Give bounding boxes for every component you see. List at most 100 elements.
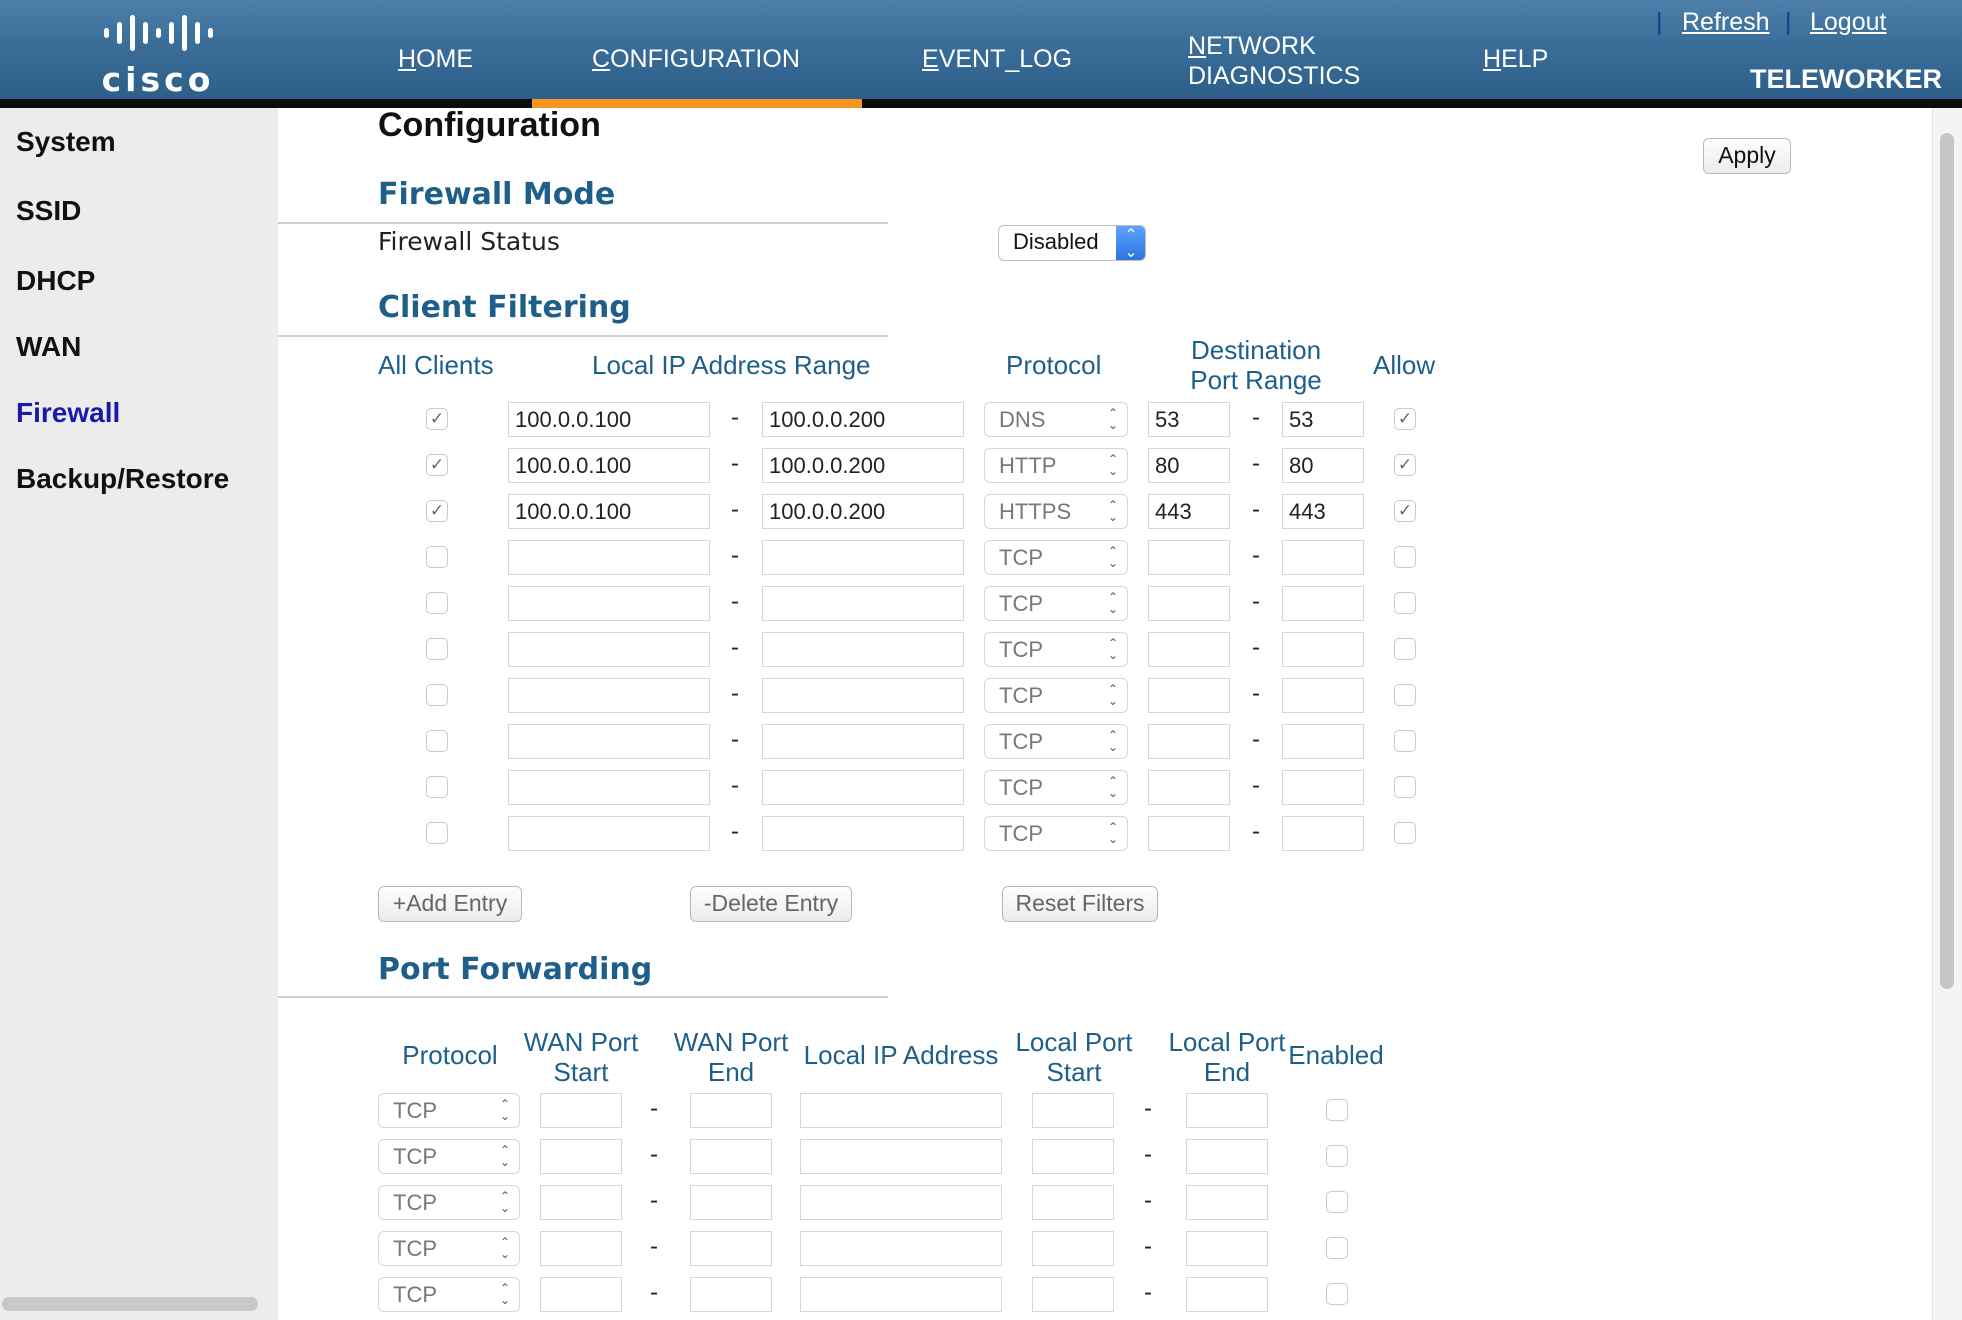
protocol-select[interactable]: TCP ⌃ ⌄	[984, 586, 1128, 621]
dest-port-end-input[interactable]	[1282, 632, 1364, 667]
row-checkbox[interactable]	[426, 730, 448, 752]
ip-start-input[interactable]	[508, 632, 710, 667]
enabled-checkbox[interactable]	[1326, 1099, 1348, 1121]
protocol-select[interactable]: TCP ⌃ ⌄	[984, 770, 1128, 805]
allow-checkbox[interactable]	[1394, 684, 1416, 706]
local-ip-input[interactable]	[800, 1139, 1002, 1174]
wan-port-end-input[interactable]	[690, 1185, 772, 1220]
nav-event-log[interactable]: EVENT_LOG	[922, 44, 1072, 74]
ip-end-input[interactable]	[762, 678, 964, 713]
pf-protocol-select[interactable]: TCP ⌃ ⌄	[378, 1093, 520, 1128]
allow-checkbox[interactable]	[1394, 776, 1416, 798]
row-checkbox[interactable]: ✓	[426, 500, 448, 522]
row-checkbox[interactable]	[426, 776, 448, 798]
protocol-select[interactable]: TCP ⌃ ⌄	[984, 724, 1128, 759]
dest-port-end-input[interactable]: 443	[1282, 494, 1364, 529]
pf-protocol-select[interactable]: TCP ⌃ ⌄	[378, 1231, 520, 1266]
delete-entry-button[interactable]: -Delete Entry	[690, 886, 852, 922]
ip-start-input[interactable]	[508, 540, 710, 575]
sidebar-item-wan[interactable]: WAN	[16, 331, 81, 363]
local-port-end-input[interactable]	[1186, 1231, 1268, 1266]
wan-port-start-input[interactable]	[540, 1277, 622, 1312]
dest-port-end-input[interactable]	[1282, 770, 1364, 805]
pf-protocol-select[interactable]: TCP ⌃ ⌄	[378, 1277, 520, 1312]
wan-port-end-input[interactable]	[690, 1277, 772, 1312]
local-ip-input[interactable]	[800, 1277, 1002, 1312]
local-port-start-input[interactable]	[1032, 1277, 1114, 1312]
row-checkbox[interactable]	[426, 822, 448, 844]
dest-port-start-input[interactable]: 53	[1148, 402, 1230, 437]
local-port-end-input[interactable]	[1186, 1093, 1268, 1128]
protocol-select[interactable]: TCP ⌃ ⌄	[984, 632, 1128, 667]
dest-port-start-input[interactable]: 443	[1148, 494, 1230, 529]
reset-filters-button[interactable]: Reset Filters	[1002, 886, 1158, 922]
dest-port-end-input[interactable]	[1282, 816, 1364, 851]
ip-end-input[interactable]: 100.0.0.200	[762, 494, 964, 529]
wan-port-end-input[interactable]	[690, 1231, 772, 1266]
local-port-end-input[interactable]	[1186, 1185, 1268, 1220]
sidebar-item-system[interactable]: System	[16, 126, 116, 158]
refresh-link[interactable]: Refresh	[1682, 8, 1770, 37]
local-port-end-input[interactable]	[1186, 1139, 1268, 1174]
dest-port-end-input[interactable]	[1282, 724, 1364, 759]
local-ip-input[interactable]	[800, 1093, 1002, 1128]
dest-port-start-input[interactable]	[1148, 770, 1230, 805]
wan-port-end-input[interactable]	[690, 1139, 772, 1174]
dest-port-start-input[interactable]	[1148, 724, 1230, 759]
dest-port-start-input[interactable]	[1148, 586, 1230, 621]
ip-start-input[interactable]	[508, 724, 710, 759]
row-checkbox[interactable]: ✓	[426, 408, 448, 430]
allow-checkbox[interactable]	[1394, 592, 1416, 614]
dest-port-start-input[interactable]	[1148, 816, 1230, 851]
ip-start-input[interactable]	[508, 586, 710, 621]
horizontal-scrollbar[interactable]	[2, 1297, 258, 1311]
nav-help[interactable]: HELP	[1483, 44, 1548, 74]
row-checkbox[interactable]	[426, 592, 448, 614]
dest-port-start-input[interactable]	[1148, 540, 1230, 575]
apply-button[interactable]: Apply	[1703, 138, 1791, 174]
protocol-select[interactable]: TCP ⌃ ⌄	[984, 678, 1128, 713]
nav-home[interactable]: HOME	[398, 44, 473, 74]
dest-port-start-input[interactable]	[1148, 678, 1230, 713]
nav-network-diagnostics[interactable]: NETWORK DIAGNOSTICS	[1188, 31, 1360, 91]
sidebar-item-dhcp[interactable]: DHCP	[16, 265, 95, 297]
ip-start-input[interactable]: 100.0.0.100	[508, 448, 710, 483]
row-checkbox[interactable]	[426, 546, 448, 568]
ip-start-input[interactable]	[508, 678, 710, 713]
wan-port-start-input[interactable]	[540, 1139, 622, 1174]
ip-end-input[interactable]: 100.0.0.200	[762, 402, 964, 437]
ip-start-input[interactable]: 100.0.0.100	[508, 402, 710, 437]
allow-checkbox[interactable]: ✓	[1394, 500, 1416, 522]
ip-start-input[interactable]: 100.0.0.100	[508, 494, 710, 529]
local-ip-input[interactable]	[800, 1231, 1002, 1266]
dest-port-start-input[interactable]	[1148, 632, 1230, 667]
logout-link[interactable]: Logout	[1810, 8, 1886, 37]
sidebar-item-ssid[interactable]: SSID	[16, 195, 81, 227]
ip-start-input[interactable]	[508, 770, 710, 805]
dest-port-start-input[interactable]: 80	[1148, 448, 1230, 483]
ip-end-input[interactable]	[762, 632, 964, 667]
protocol-select[interactable]: DNS ⌃ ⌄	[984, 402, 1128, 437]
allow-checkbox[interactable]: ✓	[1394, 408, 1416, 430]
ip-end-input[interactable]	[762, 540, 964, 575]
local-ip-input[interactable]	[800, 1185, 1002, 1220]
allow-checkbox[interactable]	[1394, 730, 1416, 752]
sidebar-item-backup-restore[interactable]: Backup/Restore	[16, 463, 229, 495]
allow-checkbox[interactable]	[1394, 546, 1416, 568]
dest-port-end-input[interactable]: 53	[1282, 402, 1364, 437]
row-checkbox[interactable]	[426, 638, 448, 660]
enabled-checkbox[interactable]	[1326, 1191, 1348, 1213]
local-port-start-input[interactable]	[1032, 1139, 1114, 1174]
ip-end-input[interactable]	[762, 724, 964, 759]
protocol-select[interactable]: HTTP ⌃ ⌄	[984, 448, 1128, 483]
protocol-select[interactable]: TCP ⌃ ⌄	[984, 540, 1128, 575]
local-port-end-input[interactable]	[1186, 1277, 1268, 1312]
nav-configuration[interactable]: CONFIGURATION	[592, 44, 800, 74]
dest-port-end-input[interactable]: 80	[1282, 448, 1364, 483]
ip-end-input[interactable]	[762, 586, 964, 621]
firewall-status-select[interactable]: Disabled ⌃ ⌄	[998, 225, 1146, 261]
vertical-scrollbar-thumb[interactable]	[1940, 133, 1954, 989]
allow-checkbox[interactable]	[1394, 822, 1416, 844]
wan-port-start-input[interactable]	[540, 1231, 622, 1266]
enabled-checkbox[interactable]	[1326, 1145, 1348, 1167]
